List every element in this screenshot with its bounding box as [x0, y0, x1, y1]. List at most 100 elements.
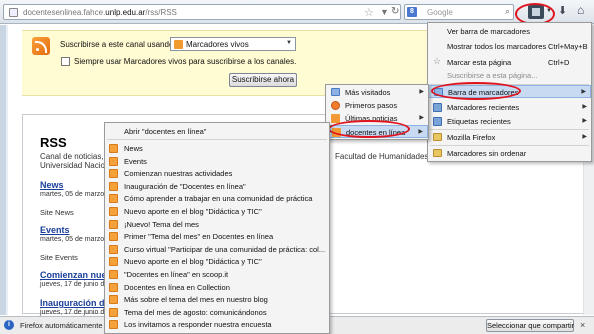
feed-menu-item[interactable]: Curso virtual "Participar de una comunid…: [105, 243, 329, 256]
live-bookmark-icon: [174, 40, 183, 49]
submenu-arrow-icon: ▶: [582, 104, 587, 110]
rss-feed-icon: [32, 37, 50, 55]
folder-icon: [331, 88, 340, 96]
menu-item-unsorted-bookmarks[interactable]: Marcadores sin ordenar: [428, 147, 591, 160]
menu-item-show-all-bookmarks[interactable]: Mostrar todos los marcadores Ctrl+May+B: [428, 40, 591, 53]
notification-text: Firefox automáticamente en: [20, 321, 113, 330]
rss-icon: [109, 307, 118, 317]
submenu-arrow-icon: ▶: [581, 89, 586, 95]
menu-item-most-visited[interactable]: Más visitados ▶: [326, 86, 428, 99]
feed-item-title[interactable]: Events: [40, 225, 70, 235]
always-use-label: Siempre usar Marcadores vivos para suscr…: [74, 57, 297, 66]
menu-item-view-bookmarks-toolbar[interactable]: Ver barra de marcadores: [428, 25, 591, 38]
reader-select[interactable]: Marcadores vivos ▼: [170, 37, 296, 51]
chevron-down-icon: ▼: [286, 40, 292, 46]
menu-item-latest-headlines[interactable]: Últimas noticias ▶: [326, 112, 428, 125]
submenu-arrow-icon: ▶: [582, 118, 587, 124]
bookmarks-menu-button[interactable]: [528, 5, 544, 19]
live-bookmark-icon: [331, 114, 340, 123]
feed-menu-item[interactable]: "Docentes en línea" en scoop.it: [105, 268, 329, 281]
feed-item-date: jueves, 17 de junio de: [40, 309, 109, 316]
folder-icon: [433, 133, 442, 141]
feed-menu-item[interactable]: Docentes en línea en Collection: [105, 281, 329, 294]
menu-separator: [107, 139, 327, 140]
feed-menu-item[interactable]: Inauguración de "Docentes en línea": [105, 180, 329, 193]
subscribe-label: Suscribirse a este canal usando: [60, 40, 174, 49]
sidebar-edge-highlight: [6, 25, 8, 315]
search-icon[interactable]: ⌕: [505, 6, 510, 17]
bookmarks-toolbar-submenu: Más visitados ▶ Primeros pasos Últimas n…: [325, 84, 429, 140]
submenu-arrow-icon: ▶: [419, 89, 424, 95]
folder-icon: [434, 88, 443, 96]
reader-select-value: Marcadores vivos: [186, 40, 249, 49]
feed-menu-item[interactable]: Primer "Tema del mes" en Docentes en lín…: [105, 230, 329, 243]
feed-menu-item[interactable]: News: [105, 142, 329, 155]
choose-what-to-share-button[interactable]: Seleccionar que compartir: [486, 319, 574, 332]
feed-menu-item[interactable]: Events: [105, 155, 329, 168]
rss-icon: [109, 257, 118, 267]
menu-item-bookmark-this-page[interactable]: ☆ Marcar esta página Ctrl+D: [428, 56, 591, 69]
feed-item-title[interactable]: News: [40, 180, 64, 190]
navigation-toolbar: docentesenlinea.fahce.unlp.edu.ar/rss/RS…: [0, 0, 594, 24]
feed-menu-item[interactable]: Cómo aprender a trabajar en una comunida…: [105, 192, 329, 205]
close-icon[interactable]: ×: [580, 320, 585, 330]
info-icon: i: [4, 320, 14, 330]
rss-icon: [109, 207, 118, 216]
feed-menu-item[interactable]: Más sobre el tema del mes en nuestro blo…: [105, 293, 329, 306]
feed-item-summary: Site Events: [40, 253, 78, 262]
url-bar[interactable]: docentesenlinea.fahce.unlp.edu.ar/rss/RS…: [3, 4, 401, 20]
submenu-arrow-icon: ▶: [418, 129, 423, 135]
rss-icon: [109, 270, 118, 279]
folder-icon: [433, 149, 442, 157]
rss-icon: [109, 282, 118, 292]
rss-icon: [109, 320, 118, 330]
always-use-checkbox[interactable]: [61, 57, 70, 66]
menu-item-docentes-en-linea[interactable]: docentes en línea ▶: [326, 125, 428, 138]
feed-item-date: martes, 05 de marzo: [40, 236, 105, 243]
rss-icon: [109, 144, 118, 153]
feed-description: Canal de noticias, c Universidad Nacio: [40, 152, 110, 170]
bookmarks-dropdown-icon[interactable]: ▼: [546, 8, 552, 14]
feed-item-summary: Site News: [40, 208, 74, 217]
feed-menu-item[interactable]: Los invitamos a responder nuestra encues…: [105, 318, 329, 331]
page-title: RSS: [40, 135, 67, 150]
menu-item-open-all[interactable]: Abrir "docentes en línea": [105, 125, 329, 138]
feed-menu-item[interactable]: Nuevo aporte en el blog "Didáctica y TIC…: [105, 205, 329, 218]
url-text[interactable]: docentesenlinea.fahce.unlp.edu.ar/rss/RS…: [23, 8, 177, 17]
feed-menu-item[interactable]: Nuevo aporte en el blog "Didáctica y TIC…: [105, 255, 329, 268]
subscribe-now-button[interactable]: Suscribirse ahora: [229, 73, 297, 87]
feed-menu-item[interactable]: Tema del mes de agosto: comunicándonos: [105, 306, 329, 319]
menu-item-subscribe-page: Suscribirse a esta página...: [447, 71, 538, 80]
rss-icon: [109, 219, 118, 229]
menu-separator: [430, 145, 589, 146]
live-bookmark-icon: [332, 128, 341, 137]
reload-icon[interactable]: ↻: [391, 6, 399, 17]
download-icon[interactable]: ⬇: [558, 4, 567, 17]
history-dropdown-icon[interactable]: ▼: [380, 7, 389, 17]
search-placeholder: Google: [427, 8, 453, 17]
menu-item-recent-bookmarks[interactable]: Marcadores recientes ▶: [428, 101, 591, 114]
bookmarks-menu: Ver barra de marcadores Mostrar todos lo…: [427, 22, 592, 162]
bookmark-star-icon[interactable]: ☆: [364, 6, 374, 19]
site-identity-icon[interactable]: [9, 8, 18, 17]
feed-item-title[interactable]: Inauguración de: [40, 298, 110, 308]
menu-item-recent-tags[interactable]: Etiquetas recientes ▶: [428, 115, 591, 128]
menu-separator: [430, 129, 589, 130]
search-bar[interactable]: 8 Google ⌕: [404, 4, 514, 20]
feed-item-date: martes, 05 de marzo: [40, 191, 105, 198]
firefox-icon: [331, 101, 340, 110]
submenu-arrow-icon: ▶: [582, 134, 587, 140]
search-engine-icon[interactable]: 8: [407, 7, 417, 17]
rss-icon: [109, 295, 118, 305]
feed-menu-item[interactable]: ¡Nuevo! Tema del mes: [105, 218, 329, 231]
rss-icon: [109, 194, 118, 204]
menu-item-bookmarks-toolbar[interactable]: Barra de marcadores ▶: [428, 85, 591, 98]
feed-item-date: jueves, 17 de junio de: [40, 281, 109, 288]
home-icon[interactable]: ⌂: [577, 3, 584, 17]
feed-menu-item[interactable]: Comienzan nuestras actividades: [105, 167, 329, 180]
recent-bookmarks-icon: [433, 103, 442, 112]
submenu-arrow-icon: ▶: [419, 115, 424, 121]
menu-item-getting-started[interactable]: Primeros pasos: [326, 99, 428, 112]
menu-item-mozilla-firefox[interactable]: Mozilla Firefox ▶: [428, 131, 591, 144]
rss-icon: [109, 156, 118, 166]
